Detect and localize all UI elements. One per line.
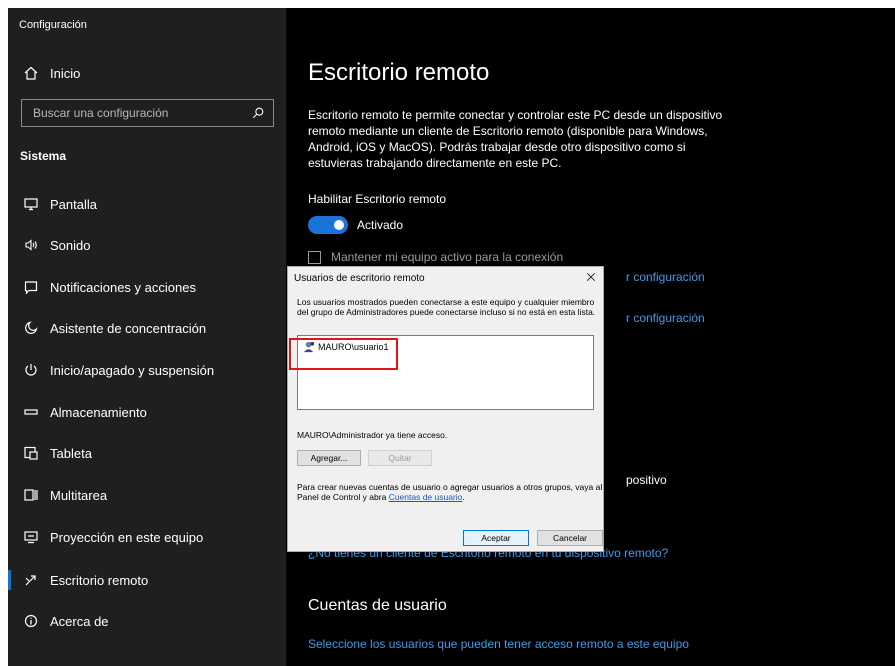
sidebar-item-home[interactable]: Inicio — [8, 53, 286, 93]
access-note: MAURO\Administrador ya tiene acceso. — [297, 430, 448, 440]
toggle-state-label: Activado — [357, 218, 404, 232]
search-icon[interactable] — [247, 102, 269, 124]
sidebar-item-label: Almacenamiento — [50, 404, 147, 420]
info-icon — [20, 610, 42, 632]
search-box[interactable] — [21, 99, 274, 127]
sidebar-item-sonido[interactable]: Sonido — [8, 225, 286, 265]
sidebar-item-acerca-de[interactable]: Acerca de — [8, 601, 286, 641]
highlight-box — [289, 338, 398, 370]
keep-awake-label: Mantener mi equipo activo para la conexi… — [331, 250, 564, 264]
sidebar-item-label: Pantalla — [50, 196, 97, 212]
config-link-2[interactable]: r configuración — [626, 311, 705, 325]
close-icon[interactable] — [583, 269, 599, 285]
sidebar-item-almacenamiento[interactable]: Almacenamiento — [8, 392, 286, 432]
screen: Configuración Inicio Sistema Pantalla S — [8, 8, 895, 666]
sidebar-item-label: Inicio/apagado y suspensión — [50, 362, 215, 378]
sidebar-item-label: Notificaciones y acciones — [50, 279, 196, 295]
speaker-icon — [20, 234, 42, 256]
monitor-icon — [20, 193, 42, 215]
users-section-title: Cuentas de usuario — [308, 597, 447, 614]
home-icon — [20, 62, 42, 84]
dialog-description: Los usuarios mostrados pueden conectarse… — [297, 297, 596, 317]
dialog-title: Usuarios de escritorio remoto — [294, 273, 425, 284]
sidebar-item-label: Inicio — [50, 65, 81, 81]
sidebar-item-label: Sonido — [50, 237, 91, 253]
search-input[interactable] — [22, 105, 247, 121]
partial-text: positivo — [626, 473, 667, 487]
power-icon — [20, 359, 42, 381]
config-link-1[interactable]: r configuración — [626, 270, 705, 284]
help-end: . — [462, 492, 465, 502]
multitask-icon — [20, 484, 42, 506]
sidebar-item-pantalla[interactable]: Pantalla — [8, 184, 286, 224]
sidebar-item-label: Tableta — [50, 445, 92, 461]
sidebar-item-concentracion[interactable]: Asistente de concentración — [8, 308, 286, 348]
moon-icon — [20, 317, 42, 339]
user-accounts-link[interactable]: Cuentas de usuario — [389, 492, 463, 502]
dialog-help: Para crear nuevas cuentas de usuario o a… — [297, 482, 607, 502]
enable-remote-label: Habilitar Escritorio remoto — [308, 192, 447, 206]
toggle-knob — [334, 220, 344, 230]
add-button[interactable]: Agregar... — [297, 450, 361, 466]
sidebar-item-escritorio-remoto[interactable]: Escritorio remoto — [8, 560, 286, 600]
projection-icon — [20, 526, 42, 548]
remote-users-dialog: Usuarios de escritorio remoto Los usuari… — [287, 266, 604, 552]
sidebar-item-label: Asistente de concentración — [50, 320, 207, 336]
page-title: Escritorio remoto — [308, 59, 490, 86]
keep-awake-checkbox[interactable] — [308, 251, 321, 264]
ok-button[interactable]: Aceptar — [463, 530, 529, 546]
sidebar-item-label: Multitarea — [50, 487, 108, 503]
sidebar-item-label: Escritorio remoto — [50, 572, 149, 588]
sidebar-item-tableta[interactable]: Tableta — [8, 433, 286, 473]
sidebar-item-notificaciones[interactable]: Notificaciones y acciones — [8, 267, 286, 307]
sidebar-item-multitarea[interactable]: Multitarea — [8, 475, 286, 515]
sidebar-item-label: Acerca de — [50, 613, 109, 629]
remove-button[interactable]: Quitar — [368, 450, 432, 466]
enable-remote-toggle[interactable] — [308, 216, 348, 234]
sidebar: Configuración Inicio Sistema Pantalla S — [8, 8, 286, 666]
page-description: Escritorio remoto te permite conectar y … — [308, 108, 723, 170]
sidebar-item-energia[interactable]: Inicio/apagado y suspensión — [8, 350, 286, 390]
app-title: Configuración — [19, 19, 87, 31]
sidebar-item-label: Proyección en este equipo — [50, 529, 204, 545]
sidebar-item-proyeccion[interactable]: Proyección en este equipo — [8, 517, 286, 557]
users-link[interactable]: Seleccione los usuarios que pueden tener… — [308, 637, 689, 651]
storage-icon — [20, 401, 42, 423]
remote-desktop-icon — [20, 569, 42, 591]
section-header: Sistema — [20, 149, 67, 163]
cancel-button[interactable]: Cancelar — [537, 530, 603, 546]
notification-icon — [20, 276, 42, 298]
tablet-icon — [20, 442, 42, 464]
